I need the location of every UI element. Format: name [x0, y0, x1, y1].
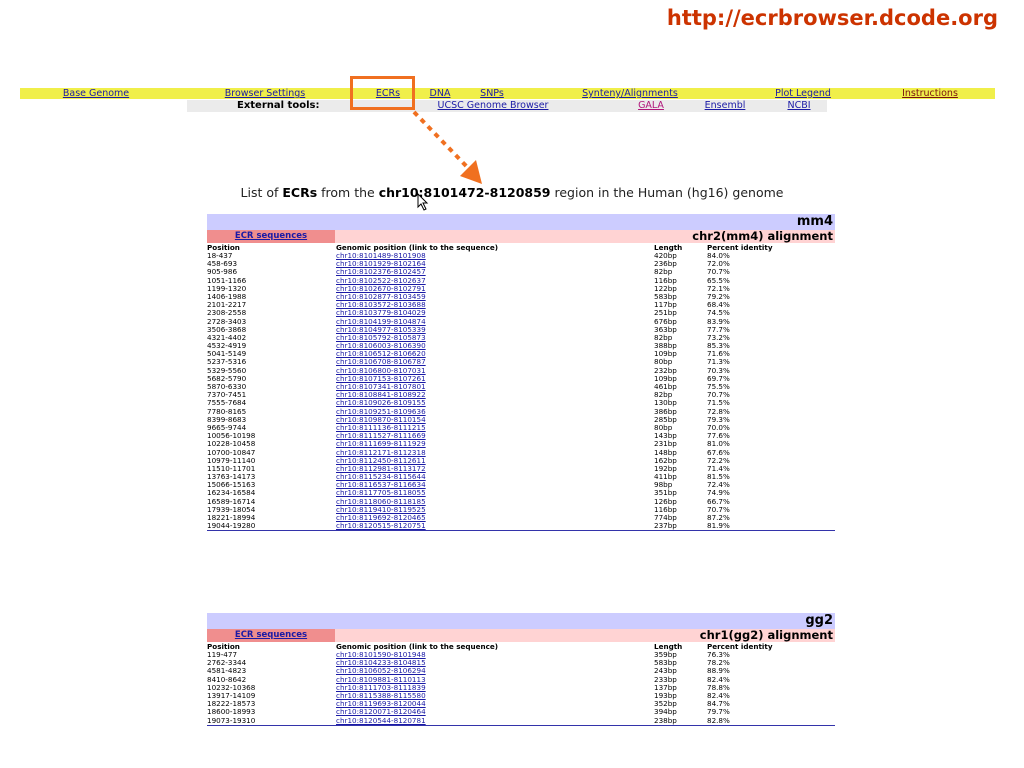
- table-row: 10700-10847 chr10:8112171-8112318 148bp 67.…: [207, 448, 835, 457]
- alignment-header: ECR sequences chr2(mm4) alignment: [207, 230, 835, 243]
- title-prefix: List of: [240, 185, 283, 200]
- table-row: 13763-14173 chr10:8115234-8115644 411bp 81.…: [207, 472, 835, 481]
- ecr-table-gg2: gg2 ECR sequences chr1(gg2) alignment Posit…: [207, 613, 835, 726]
- table-row: 19073-19310 chr10:8120544-8120781 238bp 82.…: [207, 715, 835, 725]
- table-row: 15066-15163 chr10:8116537-8116634 98bp 72.4…: [207, 481, 835, 489]
- ecrs-highlight-box: [350, 76, 415, 110]
- table-row: 10228-10458 chr10:8111699-8111929 231bp 81.…: [207, 440, 835, 448]
- nav-synteny-alignments[interactable]: Synteny/Alignments: [582, 88, 678, 99]
- table-row: 10232-10368 chr10:8111703-8111839 137bp 78.…: [207, 683, 835, 692]
- row-identity: 81.9%: [707, 521, 730, 531]
- table-row: 1051-1166 chr10:8102522-8102637 116bp 65.5%: [207, 276, 835, 285]
- ecr-sequences-link[interactable]: ECR sequences: [207, 230, 335, 243]
- table-row: 18221-18994 chr10:8119692-8120465 774bp 87.…: [207, 513, 835, 522]
- table-row: 5237-5316 chr10:8106708-8106787 80bp 71.3%: [207, 358, 835, 366]
- table-row: 10979-11140 chr10:8112450-8112611 162bp 72.…: [207, 456, 835, 465]
- row-length: 237bp: [654, 521, 677, 531]
- table-row: 119-477 chr10:8101590-8101948 359bp 76.3%: [207, 650, 835, 659]
- row-identity: 82.8%: [707, 715, 730, 725]
- nav-plot-legend[interactable]: Plot Legend: [775, 88, 831, 99]
- table-row: 7555-7684 chr10:8109026-8109155 130bp 71.5%: [207, 399, 835, 407]
- tool-ensembl[interactable]: Ensembl: [705, 100, 746, 112]
- title-region: chr10:8101472-8120859: [378, 185, 551, 200]
- table-row: 4321-4402 chr10:8105792-8105873 82bp 73.2%: [207, 333, 835, 342]
- mouse-cursor-icon: [417, 193, 429, 211]
- nav-instructions[interactable]: Instructions: [902, 88, 958, 99]
- table-row: 16589-16714 chr10:8118060-8118185 126bp 66.…: [207, 497, 835, 506]
- tool-gala[interactable]: GALA: [638, 100, 664, 112]
- table-row: 8410-8642 chr10:8109881-8110113 233bp 82.4%: [207, 675, 835, 684]
- row-genomic-link[interactable]: chr10:8120544-8120781: [336, 716, 426, 725]
- table-row: 1199-1320 chr10:8102670-8102791 122bp 72.1%: [207, 284, 835, 293]
- table-row: 4532-4919 chr10:8106003-8106390 388bp 85.3%: [207, 341, 835, 350]
- ecr-table-mm4: mm4 ECR sequences chr2(mm4) alignment Posit…: [207, 214, 835, 532]
- table-row: 4581-4823 chr10:8106052-8106294 243bp 88.9%: [207, 667, 835, 675]
- table-row: 2762-3344 chr10:8104233-8104815 583bp 78.2%: [207, 658, 835, 667]
- table-row: 3506-3868 chr10:8104977-8105339 363bp 77.7%: [207, 325, 835, 334]
- table-row: 2308-2558 chr10:8103779-8104029 251bp 74.5%: [207, 309, 835, 317]
- table-row: 5041-5149 chr10:8106512-8106620 109bp 71.6%: [207, 350, 835, 358]
- nav-base-genome[interactable]: Base Genome: [63, 88, 129, 99]
- species-header: gg2: [207, 613, 835, 629]
- tool-ncbi[interactable]: NCBI: [787, 100, 810, 112]
- title-ecrs: ECRs: [282, 185, 318, 200]
- table-row: 10056-10198 chr10:8111527-8111669 143bp 77.…: [207, 431, 835, 440]
- table-row: 17939-18054 chr10:8119410-8119525 116bp 70.…: [207, 505, 835, 514]
- ecr-sequences-link[interactable]: ECR sequences: [207, 629, 335, 642]
- table-row: 5870-6330 chr10:8107341-8107801 461bp 75.5%: [207, 382, 835, 391]
- table-row: 19044-19280 chr10:8120515-8120751 237bp 81.…: [207, 521, 835, 531]
- site-url: http://ecrbrowser.dcode.org: [666, 6, 998, 30]
- table-row: 7370-7451 chr10:8108841-8108922 82bp 70.7%: [207, 390, 835, 399]
- external-tools-label: External tools:: [237, 100, 320, 111]
- table-row: 5329-5560 chr10:8106800-8107031 232bp 70.3%: [207, 366, 835, 375]
- page-title: List of ECRs from the chr10:8101472-8120…: [0, 185, 1024, 200]
- table-row: 13917-14109 chr10:8115388-8115580 193bp 82.…: [207, 691, 835, 700]
- row-genomic-link[interactable]: chr10:8120515-8120751: [336, 521, 426, 530]
- species-header: mm4: [207, 214, 835, 230]
- table-row: 18600-18993 chr10:8120071-8120464 394bp 79.…: [207, 708, 835, 716]
- alignment-title: chr1(gg2) alignment: [699, 628, 833, 642]
- table-row: 8399-8683 chr10:8109870-8110154 285bp 79.3%: [207, 415, 835, 424]
- table-bottom-rule: [207, 530, 835, 532]
- table-row: 7780-8165 chr10:8109251-8109636 386bp 72.8%: [207, 407, 835, 416]
- row-position: 19073-19310: [207, 715, 256, 725]
- table-row: 18222-18573 chr10:8119693-8120044 352bp 84.…: [207, 699, 835, 708]
- external-tools-bar: External tools: UCSC Genome Browser GALA…: [187, 100, 827, 112]
- table-row: 1406-1988 chr10:8102877-8103459 583bp 79.2%: [207, 292, 835, 301]
- alignment-title: chr2(mm4) alignment: [692, 229, 833, 243]
- table-row: 2101-2217 chr10:8103572-8103688 117bp 68.4%: [207, 300, 835, 309]
- species-name: gg2: [805, 613, 833, 628]
- pointer-arrow: [412, 110, 482, 184]
- table-row: 9665-9744 chr10:8111136-8111215 80bp 70.0%: [207, 423, 835, 432]
- nav-snps[interactable]: SNPs: [480, 88, 504, 99]
- species-name: mm4: [796, 214, 833, 229]
- table-row: 458-693 chr10:8101929-8102164 236bp 72.0%: [207, 259, 835, 268]
- table-row: 11510-11701 chr10:8112981-8113172 192bp 71.…: [207, 464, 835, 473]
- title-suffix: region in the Human (hg16) genome: [550, 185, 784, 200]
- main-navbar: Base Genome Browser Settings ECRs DNA SN…: [20, 88, 995, 99]
- column-headers: Position Genomic position (link to the se…: [207, 243, 835, 252]
- column-headers: Position Genomic position (link to the se…: [207, 642, 835, 651]
- nav-browser-settings[interactable]: Browser Settings: [225, 88, 305, 99]
- nav-dna[interactable]: DNA: [430, 88, 451, 99]
- table-row: 2728-3403 chr10:8104199-8104874 676bp 83.9%: [207, 317, 835, 326]
- title-middle: from the: [317, 185, 379, 200]
- table-row: 905-986 chr10:8102376-8102457 82bp 70.7%: [207, 268, 835, 276]
- table-row: 16234-16584 chr10:8117705-8118055 351bp 74.…: [207, 489, 835, 497]
- table-bottom-rule: [207, 724, 835, 726]
- table-row: 5682-5790 chr10:8107153-8107261 109bp 69.7%: [207, 374, 835, 383]
- row-position: 19044-19280: [207, 521, 256, 531]
- alignment-header: ECR sequences chr1(gg2) alignment: [207, 629, 835, 642]
- row-length: 238bp: [654, 715, 677, 725]
- table-row: 18-437 chr10:8101489-8101908 420bp 84.0%: [207, 251, 835, 260]
